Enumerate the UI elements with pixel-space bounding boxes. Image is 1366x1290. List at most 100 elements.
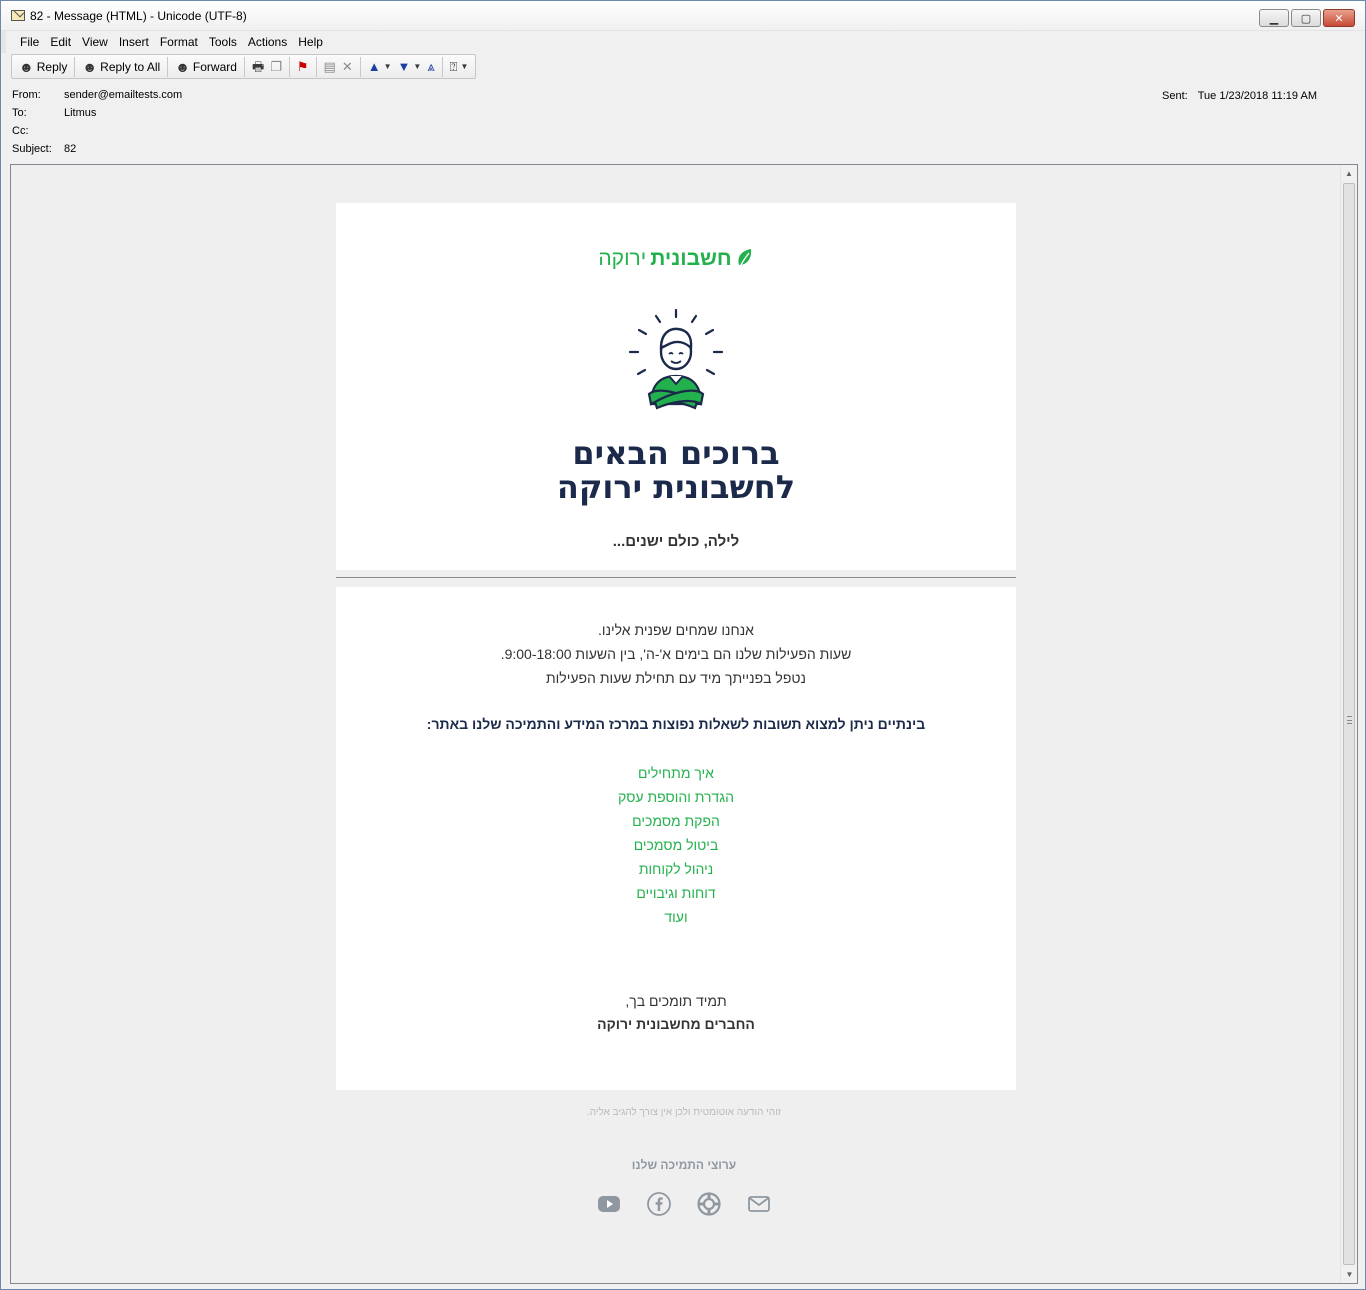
menu-tools[interactable]: Tools: [209, 35, 237, 49]
previous-item-button[interactable]: ▲ ▼: [365, 56, 395, 78]
body-line-2: שעות הפעילות שלנו הם בימים א'-ה', בין הש…: [500, 646, 852, 662]
dropdown-arrow-icon: ▼: [413, 61, 422, 71]
scroll-down-arrow-icon[interactable]: ▼: [1341, 1266, 1357, 1283]
help-button[interactable]: ⍰ ▼: [447, 56, 472, 78]
toolbar-separator: [288, 56, 290, 77]
to-label: To:: [12, 107, 27, 119]
section-divider: [336, 570, 1016, 587]
flag-button[interactable]: ⚑: [294, 56, 312, 78]
minimize-button[interactable]: ▁: [1259, 9, 1289, 27]
reply-all-icon: ☻: [82, 58, 98, 75]
outlook-message-window: 82 - Message (HTML) - Unicode (UTF-8) ▁ …: [0, 0, 1366, 1290]
address-book-icon: ⩓: [427, 58, 435, 74]
to-row: To: Litmus: [12, 104, 1365, 122]
headline-line-1: ברוכים הבאים: [572, 434, 780, 472]
reply-all-button[interactable]: ☻ Reply to All: [79, 56, 163, 78]
print-button[interactable]: 🖶: [249, 56, 267, 78]
message-body-pane[interactable]: חשבונית ירוקה ברוכים הבאים לחשבונית ירוק…: [10, 164, 1358, 1284]
scroll-up-arrow-icon[interactable]: ▲: [1341, 165, 1357, 182]
youtube-icon[interactable]: [597, 1192, 621, 1216]
cc-row: Cc:: [12, 122, 1365, 140]
menu-edit[interactable]: Edit: [50, 35, 71, 49]
logo-light-text: ירוקה: [598, 247, 647, 270]
mail-icon[interactable]: [747, 1192, 771, 1216]
link-customer-management[interactable]: ניהול לקוחות: [336, 861, 1016, 877]
faq-intro: בינתיים ניתן למצוא תשובות לשאלות נפוצות …: [426, 716, 926, 732]
next-item-button[interactable]: ▼ ▼: [395, 56, 425, 78]
link-getting-started[interactable]: איך מתחילים: [336, 765, 1016, 781]
email-content: חשבונית ירוקה ברוכים הבאים לחשבונית ירוק…: [336, 203, 1016, 1090]
menu-view[interactable]: View: [82, 35, 108, 49]
link-business-setup[interactable]: הגדרת והוספת עסק: [336, 789, 1016, 805]
from-value[interactable]: sender@emailtests.com: [64, 89, 182, 101]
person-illustration: [628, 308, 724, 410]
flag-icon: ⚑: [296, 58, 309, 74]
to-value[interactable]: Litmus: [64, 107, 96, 119]
title-bar: 82 - Message (HTML) - Unicode (UTF-8) ▁ …: [1, 1, 1365, 31]
menu-bar: File Edit View Insert Format Tools Actio…: [1, 31, 1365, 53]
subject-label: Subject:: [12, 143, 52, 155]
link-more[interactable]: ועוד: [336, 909, 1016, 925]
window-controls: ▁ ▢ ✕: [1259, 9, 1355, 27]
toolbar-separator: [359, 56, 361, 77]
scroll-thumb[interactable]: [1343, 183, 1355, 1265]
envelope-icon: [11, 10, 25, 21]
close-button[interactable]: ✕: [1323, 9, 1355, 27]
link-cancel-documents[interactable]: ביטול מסמכים: [336, 837, 1016, 853]
toolbar-group: ☻ Reply ☻ Reply to All ☻ Forward 🖶 ❐ ⚑ ▤…: [11, 54, 477, 79]
forward-button[interactable]: ☻ Forward: [172, 56, 240, 78]
cc-label: Cc:: [12, 125, 29, 137]
menu-format[interactable]: Format: [160, 35, 198, 49]
copy-button[interactable]: ❐: [267, 56, 285, 78]
menu-help[interactable]: Help: [298, 35, 323, 49]
move-to-folder-icon: ▤: [323, 58, 336, 74]
toolbar-separator: [441, 56, 443, 77]
toolbar: ☻ Reply ☻ Reply to All ☻ Forward 🖶 ❐ ⚑ ▤…: [1, 53, 1365, 80]
from-label: From:: [12, 89, 41, 101]
menu-actions[interactable]: Actions: [248, 35, 287, 49]
dropdown-arrow-icon: ▼: [383, 61, 392, 71]
reply-button[interactable]: ☻ Reply: [16, 56, 70, 78]
sent-label: Sent:: [1162, 90, 1188, 102]
signature-line-1: תמיד תומכים בך,: [625, 993, 727, 1009]
reply-icon: ☻: [19, 58, 34, 75]
reply-all-label: Reply to All: [100, 59, 161, 74]
address-book-button[interactable]: ⩓: [424, 56, 437, 78]
vertical-scrollbar[interactable]: ▲ ▼: [1340, 165, 1357, 1283]
link-issue-documents[interactable]: הפקת מסמכים: [336, 813, 1016, 829]
toolbar-separator: [167, 56, 169, 77]
subheadline: לילה, כולם ישנים...: [612, 533, 740, 550]
link-reports-backups[interactable]: דוחות וגיבויים: [336, 885, 1016, 901]
body-line-3: נטפל בפנייתך מיד עם תחילת שעות הפעילות: [546, 670, 806, 686]
facebook-icon[interactable]: [647, 1192, 671, 1216]
dropdown-arrow-icon: ▼: [460, 61, 469, 71]
sent-value: Tue 1/23/2018 11:19 AM: [1197, 90, 1317, 102]
email-header-card: חשבונית ירוקה ברוכים הבאים לחשבונית ירוק…: [336, 203, 1016, 570]
message-headers: From: sender@emailtests.com To: Litmus C…: [1, 80, 1365, 172]
logo-bold-text: חשבונית: [650, 247, 732, 270]
delete-button[interactable]: ✕: [339, 56, 356, 78]
social-icons-row: [11, 1192, 1357, 1216]
brand-logo[interactable]: חשבונית ירוקה: [336, 247, 1016, 271]
headline-line-2: לחשבונית ירוקה: [556, 468, 796, 506]
toolbar-separator: [74, 56, 76, 77]
leaf-icon: [737, 249, 751, 270]
copy-icon: ❐: [270, 58, 282, 74]
lifebuoy-icon[interactable]: [697, 1192, 721, 1216]
subject-row: Subject: 82: [12, 140, 1365, 158]
menu-file[interactable]: File: [20, 35, 39, 49]
forward-icon: ☻: [175, 58, 190, 75]
toolbar-separator: [243, 56, 245, 77]
signature-line-2: החברים מחשבונית ירוקה: [597, 1016, 755, 1032]
toolbar-separator: [315, 56, 317, 77]
menu-insert[interactable]: Insert: [119, 35, 149, 49]
maximize-button[interactable]: ▢: [1291, 9, 1321, 27]
delete-icon: ✕: [341, 58, 353, 74]
email-body-card: אנחנו שמחים שפנית אלינו. שעות הפעילות של…: [336, 587, 1016, 1090]
move-button[interactable]: ▤: [321, 56, 339, 78]
window-title: 82 - Message (HTML) - Unicode (UTF-8): [30, 8, 247, 23]
scroll-grip-icon: [1347, 716, 1352, 724]
support-channels-title: ערוצי התמיכה שלנו: [631, 1158, 737, 1172]
forward-label: Forward: [192, 59, 237, 74]
help-icon: ⍰: [449, 58, 458, 74]
